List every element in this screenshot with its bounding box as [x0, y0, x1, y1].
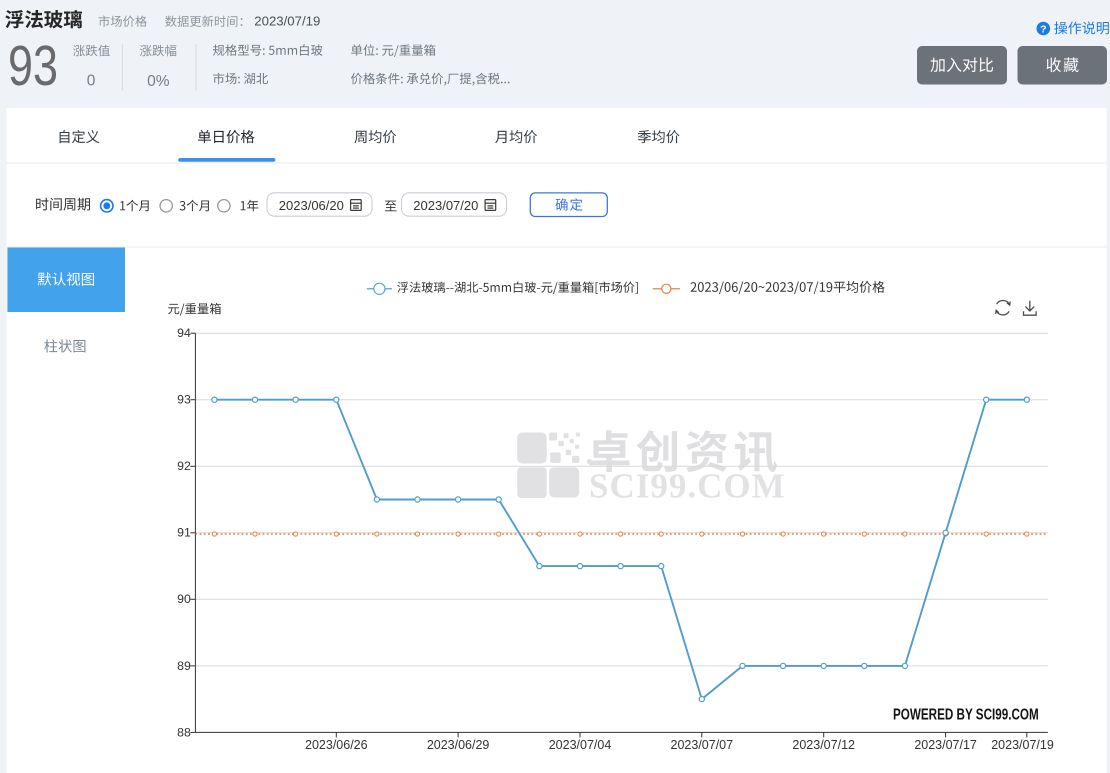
svg-text:SCI99.COM: SCI99.COM	[589, 467, 786, 506]
svg-text:2023/07/12: 2023/07/12	[792, 738, 855, 752]
svg-text:0: 0	[87, 72, 96, 89]
svg-text:94: 94	[177, 326, 191, 340]
svg-text:2023/07/17: 2023/07/17	[914, 738, 977, 752]
svg-text:92: 92	[177, 459, 191, 473]
svg-text:2023/06/20: 2023/06/20	[279, 198, 344, 213]
svg-text:2023/07/19: 2023/07/19	[991, 738, 1054, 752]
svg-text:?: ?	[1040, 23, 1046, 35]
svg-text:2023/06/29: 2023/06/29	[427, 738, 490, 752]
svg-text:2023/06/26: 2023/06/26	[305, 738, 368, 752]
svg-text:93: 93	[177, 393, 191, 407]
svg-text:2023/07/04: 2023/07/04	[549, 738, 612, 752]
svg-text:89: 89	[177, 659, 191, 673]
svg-text:88: 88	[177, 725, 191, 739]
svg-text:93: 93	[8, 34, 58, 98]
svg-text:0%: 0%	[147, 73, 170, 90]
svg-text:2023/07/19: 2023/07/19	[254, 14, 320, 29]
svg-text:POWERED BY SCI99.COM: POWERED BY SCI99.COM	[893, 705, 1039, 723]
svg-text:90: 90	[177, 592, 191, 606]
svg-text:2023/07/07: 2023/07/07	[671, 738, 734, 752]
svg-text:91: 91	[177, 526, 191, 540]
svg-text:2023/07/20: 2023/07/20	[413, 198, 478, 213]
